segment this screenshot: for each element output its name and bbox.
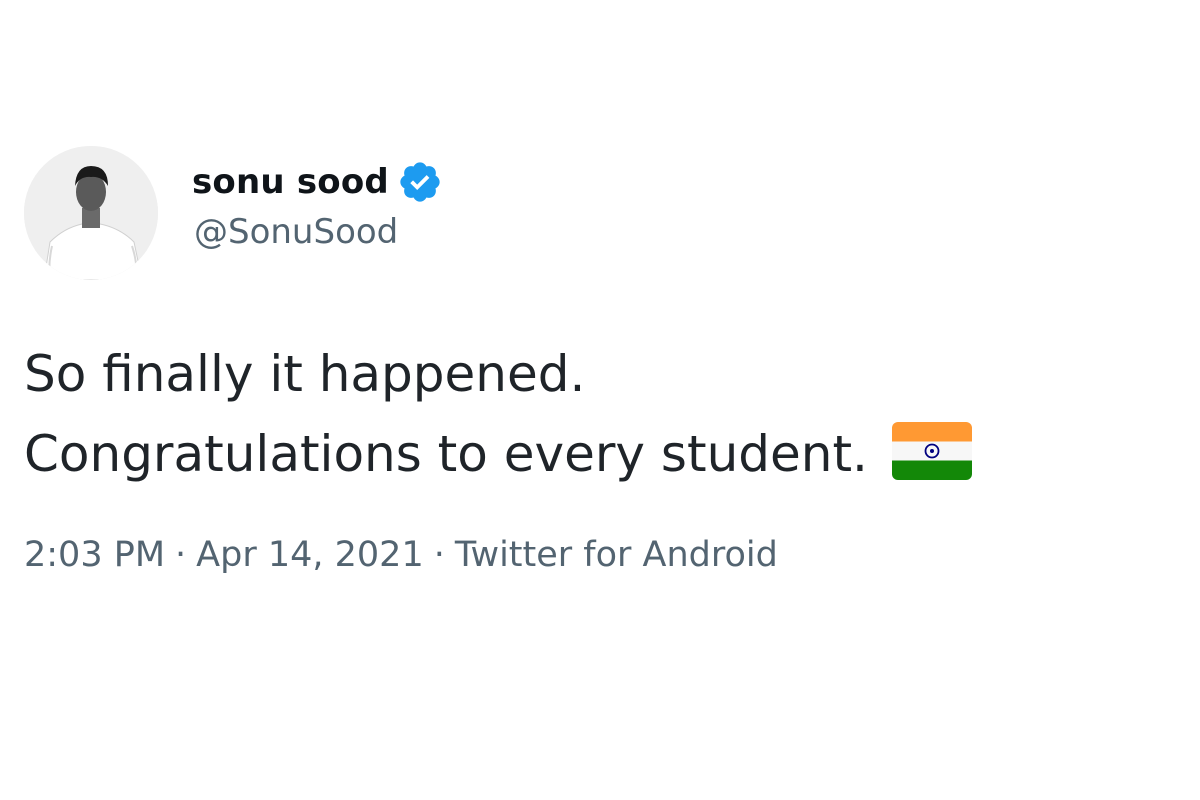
- tweet-time[interactable]: 2:03 PM: [24, 535, 165, 575]
- meta-separator: ·: [175, 535, 187, 575]
- avatar[interactable]: [24, 146, 158, 280]
- user-name-row: sonu sood: [192, 158, 443, 206]
- tweet-source[interactable]: Twitter for Android: [455, 535, 778, 575]
- verified-badge-icon: [397, 159, 443, 205]
- tweet-line-2: Congratulations to every student.: [24, 414, 972, 494]
- profile-photo-icon: [24, 146, 158, 280]
- tweet-card: sonu sood @SonuSood So finally it happen…: [0, 0, 1200, 800]
- meta-separator: ·: [433, 535, 445, 575]
- india-flag-icon: [891, 422, 972, 480]
- tweet-date[interactable]: Apr 14, 2021: [196, 535, 424, 575]
- display-name[interactable]: sonu sood: [192, 162, 389, 202]
- tweet-text-line: So finally it happened.: [24, 345, 586, 403]
- user-handle[interactable]: @SonuSood: [194, 212, 398, 252]
- tweet-line-1: So finally it happened.: [24, 334, 972, 414]
- tweet-text-line: Congratulations to every student.: [24, 425, 868, 483]
- tweet-metadata: 2:03 PM · Apr 14, 2021 · Twitter for Android: [24, 534, 778, 575]
- tweet-text: So finally it happened. Congratulations …: [24, 334, 972, 494]
